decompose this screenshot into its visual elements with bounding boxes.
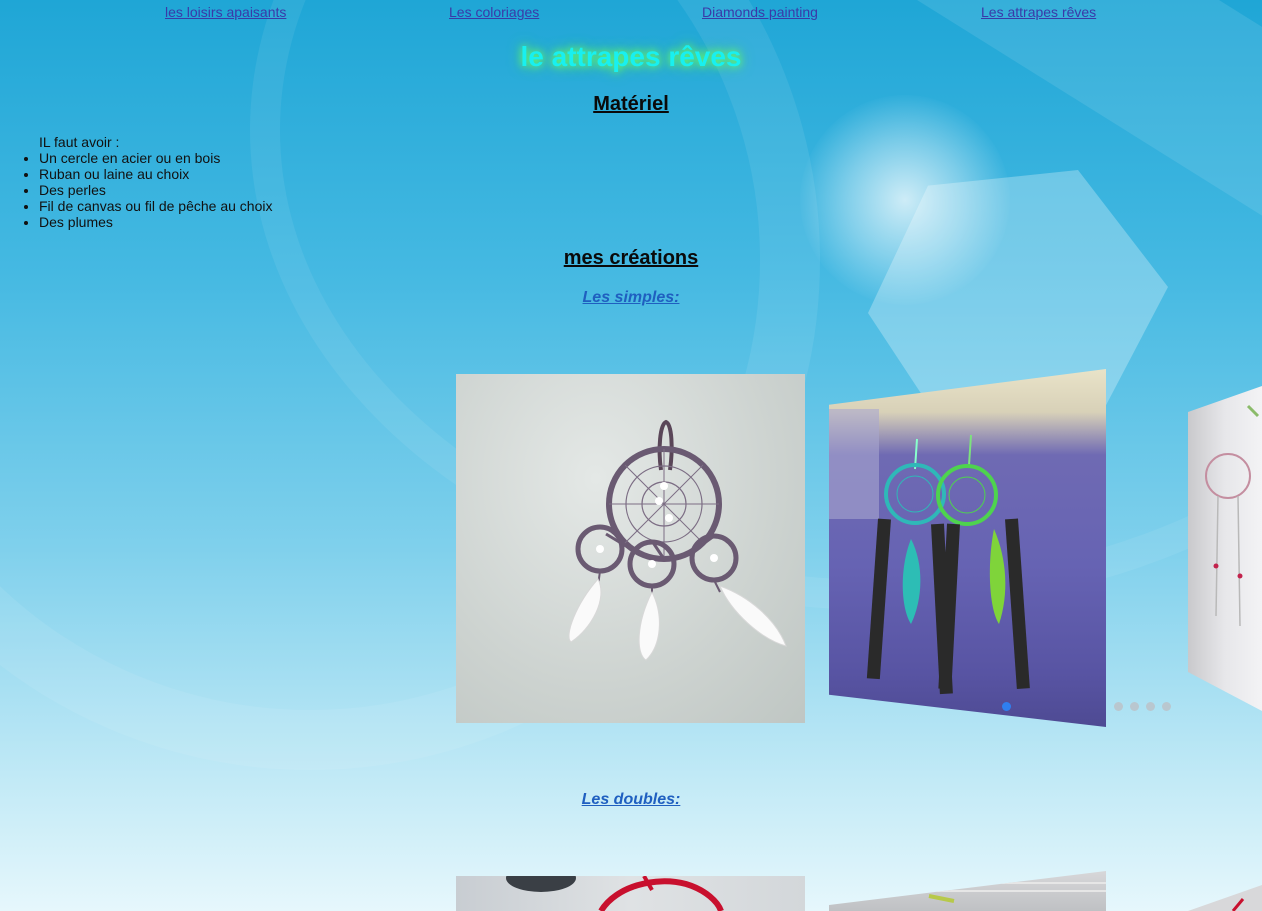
carousel-slide-white-dreamcatcher[interactable]	[1188, 386, 1262, 711]
list-item: Ruban ou laine au choix	[39, 166, 272, 182]
material-list: Un cercle en acier ou en bois Ruban ou l…	[0, 150, 272, 230]
red-dreamcatcher-image	[506, 876, 724, 911]
carousel-slide-purple-dreamcatcher[interactable]	[456, 374, 805, 723]
nav-link-diamonds-painting[interactable]: Diamonds painting	[702, 4, 818, 20]
top-navigation: les loisirs apaisants Les coloriages Dia…	[0, 4, 1262, 24]
carousel-slide-far-double[interactable]	[1188, 885, 1262, 911]
far-double-image	[1231, 898, 1245, 911]
carousel-slide-double-dreamcatcher[interactable]	[829, 871, 1106, 911]
nav-link-coloriages[interactable]: Les coloriages	[449, 4, 539, 20]
list-item: Fil de canvas ou fil de pêche au choix	[39, 198, 272, 214]
material-intro: IL faut avoir :	[39, 134, 120, 150]
double-dreamcatcher-image	[829, 882, 1106, 903]
doubles-heading: Les doubles:	[581, 791, 681, 808]
carousel-dot-1[interactable]	[1002, 702, 1011, 711]
simples-heading: Les simples:	[582, 289, 680, 306]
nav-link-attrapes-reves[interactable]: Les attrapes rêves	[981, 4, 1096, 20]
carousel-slide-red-dreamcatcher[interactable]	[456, 876, 805, 911]
white-dreamcatcher-image	[1205, 404, 1260, 627]
material-heading: Matériel	[593, 93, 669, 115]
carousel-dot-3[interactable]	[1130, 702, 1139, 711]
creations-heading: mes créations	[563, 247, 699, 269]
list-item: Des perles	[39, 182, 272, 198]
list-item: Un cercle en acier ou en bois	[39, 150, 272, 166]
carousel-dot-4[interactable]	[1146, 702, 1155, 711]
blue-green-dreamcatchers-image	[829, 409, 1030, 695]
purple-dreamcatcher-image	[568, 419, 787, 661]
nav-link-loisirs-apaisants[interactable]: les loisirs apaisants	[165, 4, 286, 20]
carousel-slide-blue-green-dreamcatchers[interactable]	[829, 369, 1106, 727]
list-item: Des plumes	[39, 214, 272, 230]
carousel-dot-5[interactable]	[1162, 702, 1171, 711]
page-title: le attrapes rêves	[520, 41, 742, 72]
carousel-dot-2[interactable]	[1114, 702, 1123, 711]
